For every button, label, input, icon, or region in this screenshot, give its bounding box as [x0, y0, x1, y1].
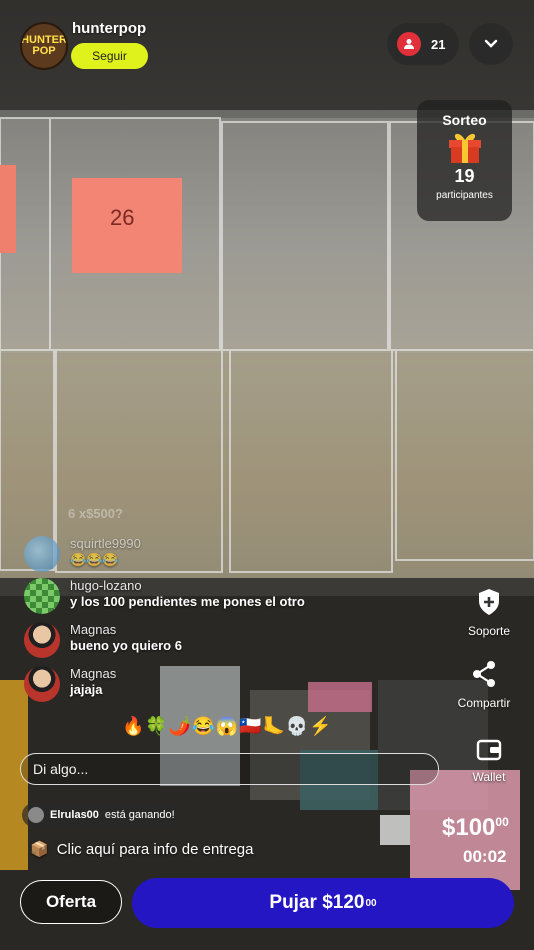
chat-input[interactable] — [20, 753, 439, 785]
reaction-bar[interactable]: 🔥🍀🌶️😂😱🇨🇱🦶💀⚡ — [122, 716, 333, 737]
wallet-label: Wallet — [472, 770, 506, 784]
bid-button[interactable]: Pujar $120 00 — [132, 878, 514, 928]
chat-message: Magnas jajaja — [24, 666, 116, 702]
chat-message: squirtle9990 😂😂😂 — [24, 536, 141, 572]
offer-button[interactable]: Oferta — [20, 880, 122, 924]
chat-text: jajaja — [70, 682, 103, 697]
wallet-button[interactable]: Wallet — [454, 738, 524, 784]
chat-username[interactable]: Magnas — [70, 666, 116, 681]
current-price: $10000 — [442, 814, 509, 842]
auction-timer: 00:02 — [463, 847, 507, 866]
chat-text: y los 100 pendientes me pones el otro — [70, 594, 305, 609]
giveaway-title: Sorteo — [442, 112, 487, 128]
viewer-count: 21 — [431, 36, 446, 52]
follow-button[interactable]: Seguir — [71, 43, 148, 69]
chat-faded-message: 6 x$500? — [68, 506, 123, 521]
bid-label: Pujar $120 — [269, 892, 365, 913]
winning-badge: Elrulas00 está ganando! — [22, 803, 185, 827]
chat-username[interactable]: Magnas — [70, 622, 182, 637]
chat-avatar[interactable] — [24, 578, 60, 614]
winner-avatar — [28, 807, 44, 823]
price-cents: 00 — [495, 815, 509, 829]
live-stream-screen: 26 HUNTER POP hunterpop Seguir 21 Sorteo — [0, 0, 534, 950]
wallet-icon — [476, 739, 502, 761]
gift-icon — [448, 133, 481, 163]
streamer-avatar[interactable]: HUNTER POP — [20, 22, 68, 70]
giveaway-count: 19 — [454, 166, 475, 186]
avatar-logo-text: HUNTER POP — [21, 34, 67, 57]
support-label: Soporte — [467, 624, 511, 638]
winner-username: Elrulas00 — [50, 809, 99, 821]
chat-text: 😂😂😂 — [70, 552, 119, 567]
delivery-info-link[interactable]: 📦 Clic aquí para info de entrega — [30, 840, 254, 859]
chat-message: Magnas bueno yo quiero 6 — [24, 622, 182, 658]
package-icon: 📦 — [30, 841, 49, 858]
chat-avatar[interactable] — [24, 536, 60, 572]
giveaway-label: participantes — [436, 190, 493, 201]
chat-avatar[interactable] — [24, 622, 60, 658]
share-label: Compartir — [457, 696, 511, 710]
collapse-button[interactable] — [469, 23, 513, 65]
streamer-username[interactable]: hunterpop — [72, 20, 146, 37]
price-main: $100 — [442, 814, 496, 841]
sticker-note-text: 26 — [110, 205, 134, 230]
chat-avatar[interactable] — [24, 666, 60, 702]
giveaway-card[interactable]: Sorteo 19 participantes — [417, 100, 512, 221]
chat-text: bueno yo quiero 6 — [70, 638, 182, 653]
share-icon — [473, 661, 495, 687]
viewer-count-badge[interactable]: 21 — [387, 23, 459, 65]
user-icon — [397, 32, 421, 56]
chevron-down-icon — [484, 39, 498, 48]
shield-plus-icon — [479, 589, 499, 615]
bid-cents: 00 — [365, 897, 377, 909]
winning-text: está ganando! — [104, 809, 175, 821]
chat-username[interactable]: hugo-lozano — [70, 578, 305, 593]
chat-message: hugo-lozano y los 100 pendientes me pone… — [24, 578, 305, 614]
chat-username[interactable]: squirtle9990 — [70, 536, 141, 551]
share-button[interactable]: Compartir — [449, 660, 519, 710]
delivery-text: Clic aquí para info de entrega — [56, 840, 254, 858]
support-button[interactable]: Soporte — [454, 588, 524, 638]
